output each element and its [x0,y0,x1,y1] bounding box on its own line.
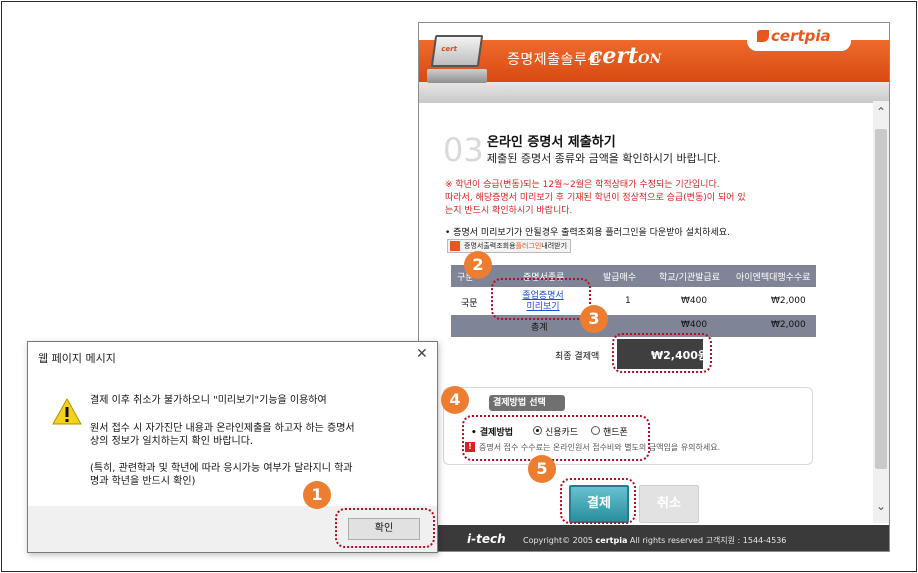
dialog-message-line: 원서 접수 시 자가진단 내용과 온라인제출을 하고자 하는 증명서 [90,423,355,434]
dialog-title: 웹 페이지 메시지 [38,352,116,365]
col-header: 아이엔텍대행수수료 [736,273,811,283]
annotation-outline-amount [612,333,712,373]
total-agent-fee: ₩2,000 [771,320,806,330]
dialog-message-line: 결제 이후 취소가 불가하오니 "미리보기"기능을 이용하여 [90,395,327,406]
warning-icon [52,398,82,425]
laptop-screen-logo: cert [440,45,458,53]
red-notice-line: 는지 반드시 확인하시기 바랍니다. [445,206,573,216]
annotation-outline-payment [462,415,650,461]
step-badge-4: 4 [441,386,469,414]
red-notice-line: 따라서, 해당증명서 미리보기 후 기재된 학년이 정상적으로 승급(변동)이 … [445,193,746,203]
annotation-outline-confirm [335,508,435,548]
close-icon[interactable]: ✕ [416,346,428,362]
footer-copyright: Copyright© 2005 certpia All rights reser… [523,536,787,545]
vertical-scrollbar[interactable]: ⌃ ⌄ [873,101,889,523]
step-description: 제출된 증명서 종류와 금액을 확인하시기 바랍니다. [487,152,721,165]
step-badge-5: 5 [528,455,556,483]
red-notice-line: ※ 학년이 승급(변동)되는 12월~2월은 학적상태가 수정되는 기간입니다. [445,180,720,190]
web-footer: i-tech Copyright© 2005 certpia All right… [419,525,889,551]
scroll-thumb[interactable] [875,129,887,469]
step-title: 온라인 증명서 제출하기 [487,135,616,150]
col-header: 학교/기관발급료 [659,273,720,283]
certpia-logo[interactable]: certpia [757,27,831,45]
header-grey-band [419,82,889,103]
certpia-web-window: cert 증명제출솔루션 certON certpia ⌃ ⌄ 03. 온라인 … [418,22,890,552]
payment-method-tab: 결제방법 선택 [489,395,565,411]
certon-logo: certON [589,43,662,69]
cancel-button[interactable]: 취소 [639,485,699,523]
dialog-message-line: (특히, 관련학과 및 학년에 따라 응시가능 여부가 달라지니 학과 [90,463,353,474]
install-notice: • 증명서 미리보기가 안될경우 출력조회용 플러그인을 다운받아 설치하세요. [445,228,730,238]
annotation-outline-preview [491,278,591,320]
step-badge-3: 3 [580,305,608,333]
solution-title: 증명제출솔루션 [507,52,601,68]
col-header: 발급매수 [603,273,637,283]
plugin-download-button[interactable]: 증명서출력조회용플러그인내려받기 [447,239,572,253]
final-amount-label: 최종 결제액 [555,352,600,362]
dialog-message-line: 명과 학년을 반드시 확인) [90,476,196,487]
certpia-logo-icon [757,30,769,42]
cell-type: 국문 [461,299,478,309]
laptop-icon: cert [427,35,487,87]
cell-count: 1 [625,296,631,306]
scroll-down-icon[interactable]: ⌄ [875,499,887,513]
cell-agent-fee: ₩2,000 [771,296,806,306]
scroll-up-icon[interactable]: ⌃ [875,105,887,119]
cell-school-fee: ₩400 [681,296,708,306]
itech-logo: i-tech [467,532,506,546]
total-label: 총계 [531,323,548,333]
step-badge-1: 1 [303,481,331,509]
total-school-fee: ₩400 [681,320,708,330]
step-badge-2: 2 [464,251,492,279]
red-notice: ※ 학년이 승급(변동)되는 12월~2월은 학적상태가 수정되는 기간입니다.… [445,179,795,218]
footer-certpia-logo: certpia [595,536,628,545]
annotation-outline-pay-button [560,478,636,524]
web-header: cert 증명제출솔루션 certON certpia [419,23,889,103]
download-icon [450,241,460,251]
dialog-message-line: 상의 정보가 일치하는지 확인 바랍니다. [90,436,254,447]
